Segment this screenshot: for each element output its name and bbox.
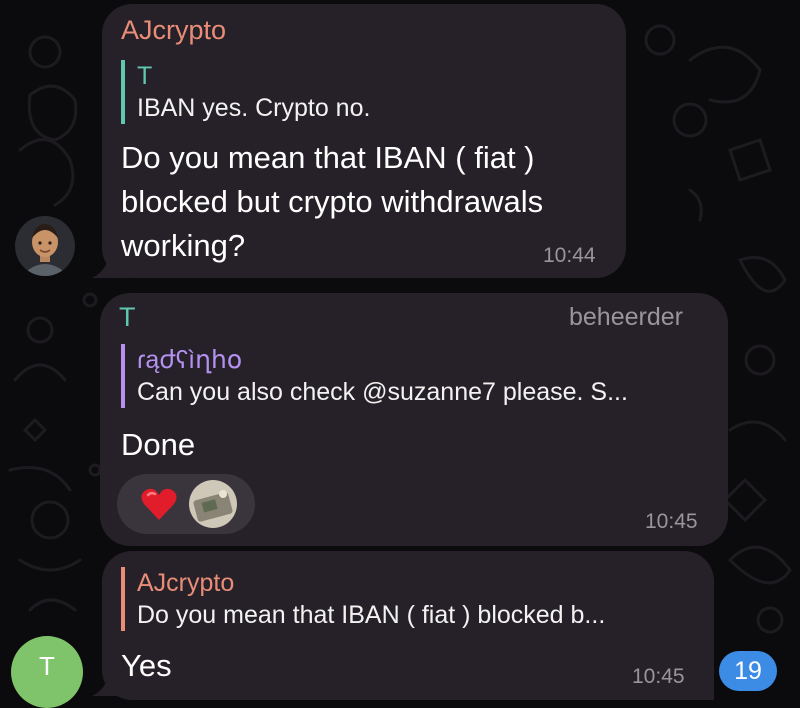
reply-text: Can you also check @suzanne7 please. S..… — [137, 378, 628, 406]
reply-author: T — [137, 62, 153, 90]
reactions-bar[interactable] — [117, 474, 255, 534]
message-line: Done — [121, 427, 196, 462]
sender-avatar[interactable]: T — [11, 636, 83, 708]
admin-role-label: beheerder — [569, 303, 683, 331]
message-line: Do you mean that IBAN ( fiat ) — [121, 140, 535, 175]
unread-count-badge[interactable]: 19 — [719, 651, 777, 691]
message-time: 10:45 — [632, 665, 685, 688]
reply-author: AJcrypto — [137, 569, 235, 597]
reply-preview[interactable]: T IBAN yes. Crypto no. — [121, 60, 370, 124]
reply-author: ɾąժʕìղհօ — [137, 346, 243, 374]
reply-text: IBAN yes. Crypto no. — [137, 94, 371, 122]
sender-name[interactable]: AJcrypto — [121, 14, 226, 46]
sticker-avatar-icon[interactable] — [189, 480, 237, 528]
sender-name[interactable]: T — [119, 301, 136, 333]
message-time: 10:45 — [645, 510, 698, 533]
message-line: Yes — [121, 648, 172, 683]
message-text: Done — [121, 423, 195, 467]
message-line: working? — [121, 228, 246, 263]
reply-preview[interactable]: ɾąժʕìղհօ Can you also check @suzanne7 pl… — [121, 344, 628, 408]
message-time: 10:44 — [543, 244, 596, 267]
reply-preview[interactable]: AJcrypto Do you mean that IBAN ( fiat ) … — [121, 567, 605, 631]
avatar-initial: T — [39, 651, 55, 681]
sender-avatar[interactable] — [15, 216, 75, 276]
message-text: Yes — [121, 644, 172, 688]
reply-text: Do you mean that IBAN ( fiat ) blocked b… — [137, 601, 606, 629]
avatar-image — [15, 216, 75, 276]
message-line: blocked but crypto withdrawals — [121, 184, 544, 219]
heart-emoji-reaction[interactable] — [139, 484, 179, 524]
message-text: Do you mean that IBAN ( fiat ) blocked b… — [121, 136, 543, 268]
